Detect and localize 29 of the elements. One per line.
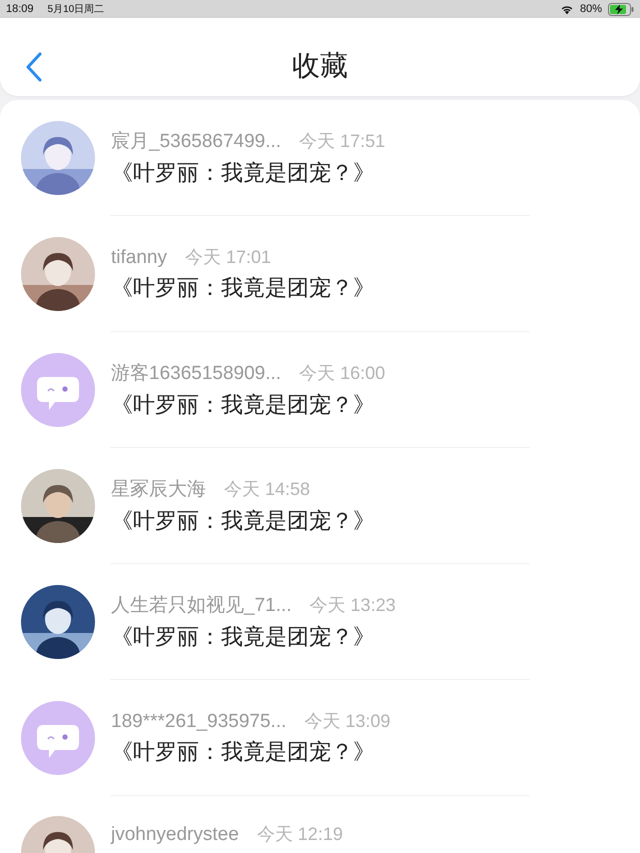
timestamp: 今天 13:09 <box>304 710 390 733</box>
user-name: 人生若只如视见_71... <box>111 594 292 618</box>
story-title[interactable]: 《叶罗丽：我竟是团宠？》 <box>111 273 375 303</box>
user-name: 宸月_5365867499... <box>111 130 282 154</box>
timestamp: 今天 12:19 <box>256 823 343 846</box>
status-time: 18:09 <box>6 3 34 15</box>
story-title[interactable]: 《叶罗丽：我竟是团宠？》 <box>111 506 375 536</box>
chat-bubble-avatar-icon <box>21 353 95 427</box>
story-title[interactable]: 《叶罗丽：我竟是团宠？》 <box>111 737 390 767</box>
timestamp: 今天 13:23 <box>310 594 396 617</box>
status-date: 5月10日周二 <box>48 3 104 16</box>
story-title[interactable]: 《叶罗丽：我竟是团宠？》 <box>111 390 386 420</box>
timestamp: 今天 17:51 <box>299 130 386 153</box>
timestamp: 今天 17:01 <box>184 246 272 269</box>
page-title: 收藏 <box>292 48 348 84</box>
wifi-icon <box>560 4 574 14</box>
user-name: 星冢辰大海 <box>111 478 206 502</box>
user-name: 189***261_935975... <box>111 711 286 733</box>
story-title[interactable]: 《叶罗丽：我竟是团宠？》 <box>111 622 396 652</box>
story-title[interactable]: 《叶罗丽：我竟是团宠？》 <box>111 158 386 188</box>
timestamp: 今天 16:00 <box>299 362 386 385</box>
user-name: jvohnyedrystee <box>111 824 239 846</box>
user-name: 游客16365158909... <box>111 362 282 386</box>
user-name: tifanny <box>111 247 167 269</box>
battery-charging-icon <box>608 2 634 16</box>
battery-percent: 80% <box>580 3 602 15</box>
timestamp: 今天 14:58 <box>224 478 310 501</box>
chat-bubble-avatar-icon <box>21 701 95 775</box>
back-icon[interactable] <box>26 52 42 82</box>
